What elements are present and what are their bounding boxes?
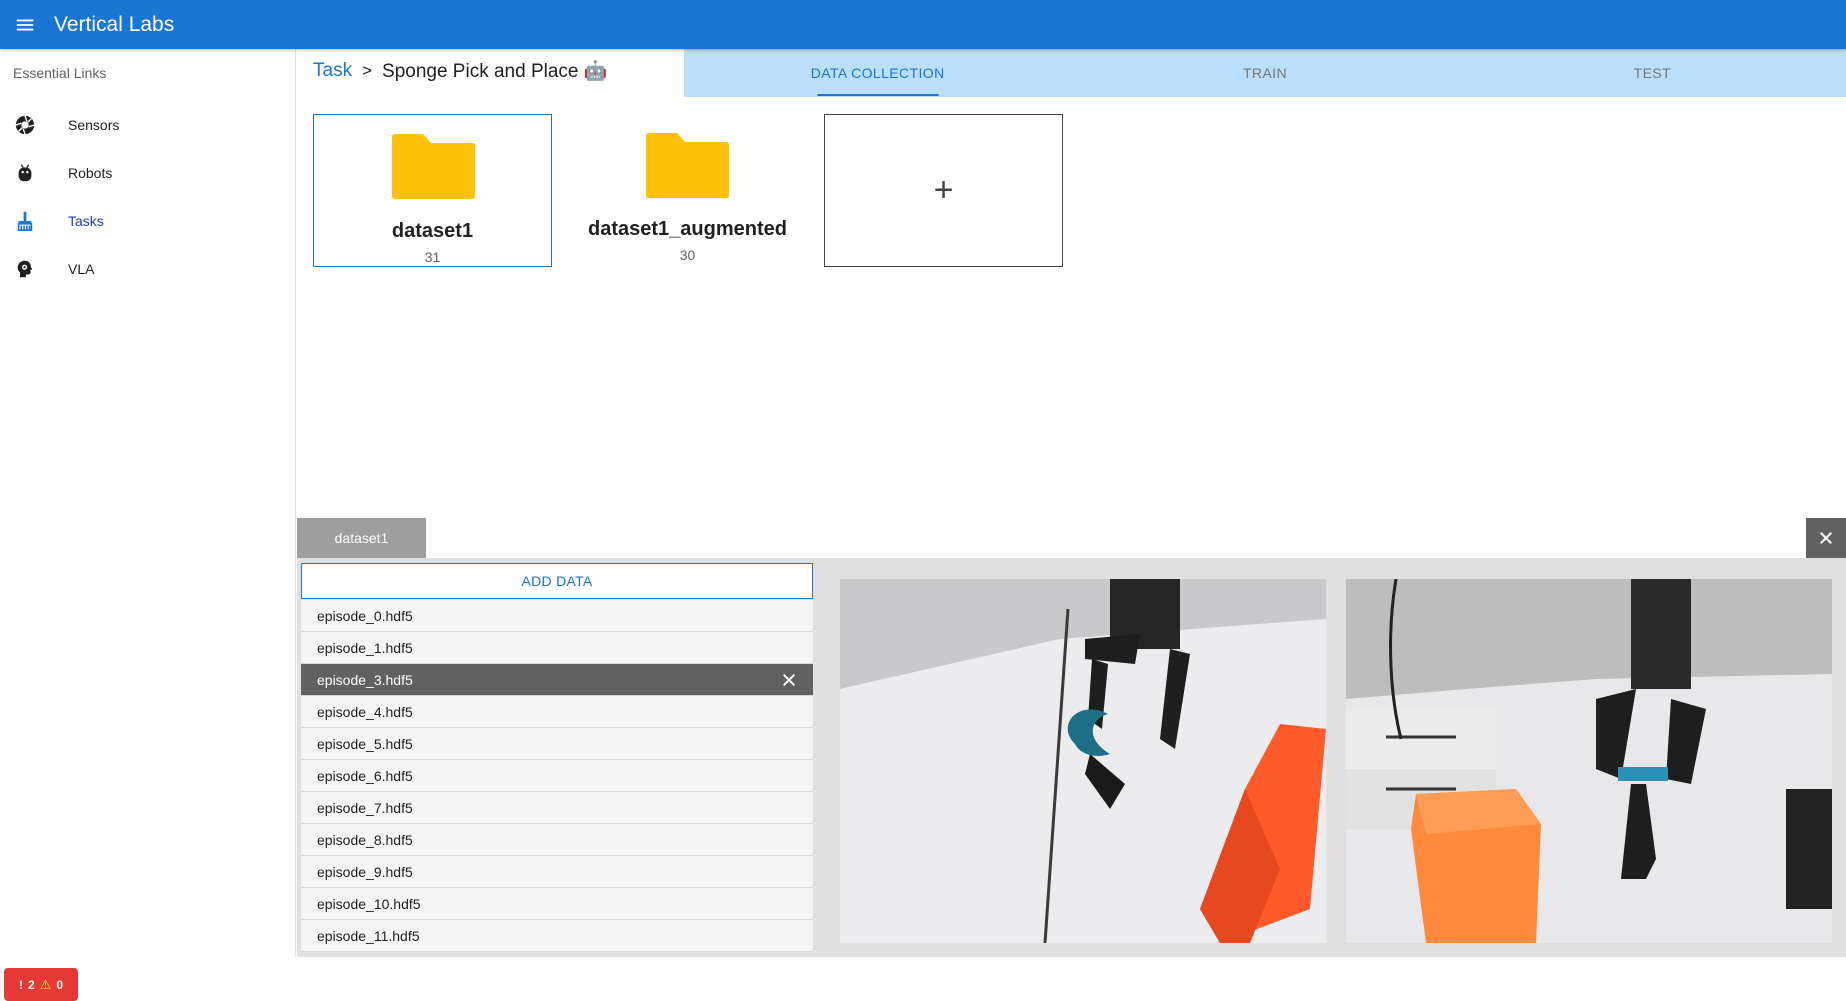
folder-icon: [646, 133, 729, 198]
episode-item[interactable]: episode_8.hdf5: [301, 824, 813, 856]
add-dataset-button[interactable]: +: [824, 114, 1063, 267]
broom-icon: [0, 210, 68, 232]
dataset-card-dataset1-augmented[interactable]: dataset1_augmented 30: [568, 114, 807, 267]
episode-name: episode_4.hdf5: [317, 703, 413, 720]
add-data-button[interactable]: ADD DATA: [301, 563, 813, 599]
app-title: Vertical Labs: [54, 12, 175, 36]
dataset-count: 31: [424, 249, 441, 265]
tab-label: TEST: [1633, 65, 1672, 81]
close-panel-button[interactable]: [1806, 518, 1846, 558]
episode-item[interactable]: episode_6.hdf5: [301, 760, 813, 792]
error-count: 2: [27, 977, 35, 992]
episode-name: episode_8.hdf5: [317, 831, 413, 848]
error-icon: !: [18, 977, 23, 992]
episode-name: episode_5.hdf5: [317, 735, 413, 752]
episode-item[interactable]: episode_1.hdf5: [301, 632, 813, 664]
tab-test[interactable]: TEST: [1459, 49, 1846, 97]
breadcrumb-separator: >: [362, 61, 373, 80]
warning-icon: ⚠: [39, 976, 52, 992]
episode-item[interactable]: episode_9.hdf5: [301, 856, 813, 888]
head-gear-icon: [0, 258, 68, 280]
breadcrumb-task-link[interactable]: Task: [313, 60, 352, 82]
nav-item-sensors[interactable]: Sensors: [0, 101, 295, 149]
episode-name: episode_11.hdf5: [317, 927, 420, 944]
dataset-card-dataset1[interactable]: dataset1 31: [313, 114, 552, 267]
nav-item-tasks[interactable]: Tasks: [0, 197, 295, 245]
folder-icon: [392, 134, 475, 199]
dataset-panel-tab[interactable]: dataset1: [297, 518, 426, 558]
episode-item[interactable]: episode_4.hdf5: [301, 696, 813, 728]
nav-item-vla[interactable]: VLA: [0, 245, 295, 293]
episode-name: episode_1.hdf5: [317, 639, 413, 656]
episode-item[interactable]: episode_5.hdf5: [301, 728, 813, 760]
close-icon: [1820, 532, 1832, 544]
error-status-badge[interactable]: ! 2 ⚠ 0: [4, 968, 78, 1001]
dataset-count: 30: [679, 247, 696, 263]
episode-item[interactable]: episode_10.hdf5: [301, 888, 813, 920]
main-content: Task > Sponge Pick and Place 🤖 DATA COLL…: [297, 49, 1846, 957]
hamburger-menu-icon: [16, 19, 34, 30]
active-tab-indicator: [817, 94, 939, 96]
nav-label-vla: VLA: [68, 261, 95, 277]
camera-view-1: [840, 579, 1326, 943]
tab-label: TRAIN: [1242, 65, 1287, 81]
plus-icon: +: [933, 171, 954, 209]
dataset-name: dataset1_augmented: [588, 218, 787, 240]
nav-label-sensors: Sensors: [68, 117, 120, 133]
menu-button[interactable]: [0, 0, 50, 49]
delete-episode-icon[interactable]: [781, 672, 797, 688]
dataset-name: dataset1: [391, 220, 474, 242]
episode-item-selected[interactable]: episode_3.hdf5: [301, 664, 813, 696]
episode-item[interactable]: episode_0.hdf5: [301, 600, 813, 632]
episode-item[interactable]: episode_11.hdf5: [301, 920, 813, 952]
episode-name: episode_3.hdf5: [317, 671, 413, 688]
nav-label-tasks: Tasks: [68, 213, 104, 229]
camera-aperture-icon: [0, 114, 68, 136]
dataset-panel: ADD DATA episode_0.hdf5 episode_1.hdf5 e…: [297, 558, 1846, 957]
episode-name: episode_7.hdf5: [317, 799, 413, 816]
episode-list: episode_0.hdf5 episode_1.hdf5 episode_3.…: [301, 600, 813, 952]
breadcrumb: Task > Sponge Pick and Place 🤖: [313, 49, 607, 93]
tab-label: DATA COLLECTION: [810, 65, 945, 81]
episode-item[interactable]: episode_7.hdf5: [301, 792, 813, 824]
nav-item-robots[interactable]: Robots: [0, 149, 295, 197]
tab-bar: DATA COLLECTION TRAIN TEST: [684, 49, 1846, 97]
episode-name: episode_9.hdf5: [317, 863, 413, 880]
camera-view-2: [1346, 579, 1832, 943]
header-row: Task > Sponge Pick and Place 🤖 DATA COLL…: [297, 49, 1846, 97]
episode-name: episode_10.hdf5: [317, 895, 421, 912]
drawer-header: Essential Links: [13, 65, 107, 81]
robot-icon: [0, 162, 68, 184]
nav-label-robots: Robots: [68, 165, 113, 181]
episode-name: episode_0.hdf5: [317, 607, 413, 624]
breadcrumb-current: Sponge Pick and Place 🤖: [382, 61, 608, 82]
navigation-drawer: Essential Links Sensors Robots Tasks VLA…: [0, 49, 296, 1001]
app-bar: Vertical Labs: [0, 0, 1846, 49]
tab-data-collection[interactable]: DATA COLLECTION: [684, 49, 1071, 97]
warning-count: 0: [56, 977, 64, 992]
tab-train[interactable]: TRAIN: [1071, 49, 1458, 97]
episode-name: episode_6.hdf5: [317, 767, 413, 784]
